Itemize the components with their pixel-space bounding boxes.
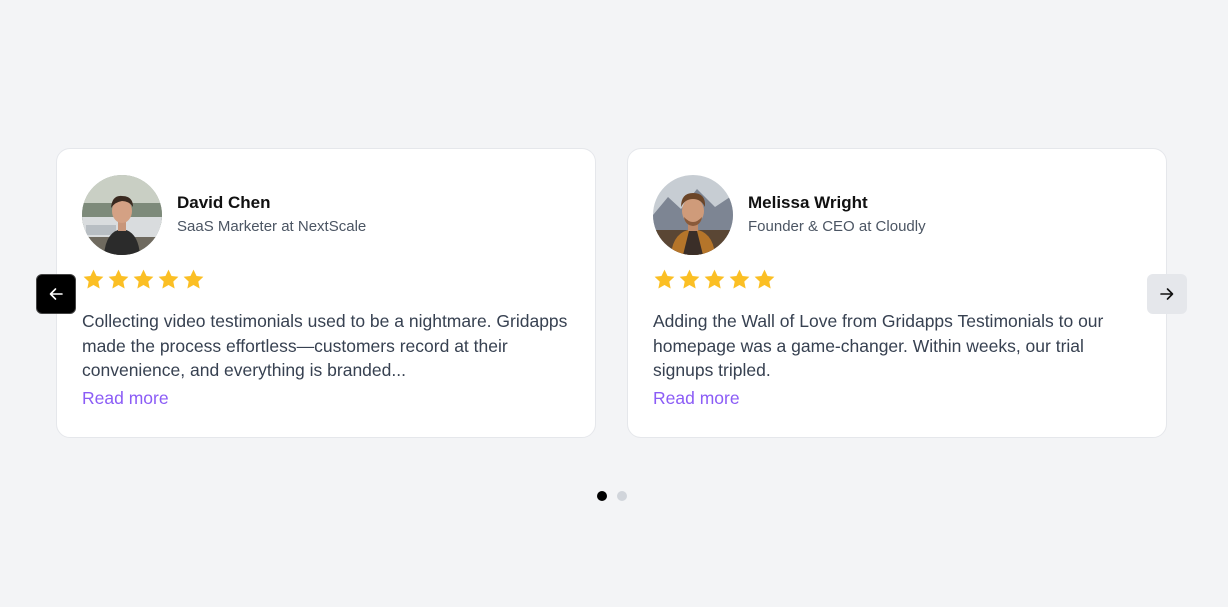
star-icon xyxy=(754,269,775,289)
star-icon xyxy=(133,269,154,289)
star-icon xyxy=(654,269,675,289)
star-icon xyxy=(679,269,700,289)
pagination-dot-1[interactable] xyxy=(597,491,607,501)
pagination-dot-2[interactable] xyxy=(617,491,627,501)
star-icon xyxy=(704,269,725,289)
reviewer-name: Melissa Wright xyxy=(748,193,868,212)
star-icon xyxy=(83,269,104,289)
star-icon xyxy=(183,269,204,289)
carousel-pagination xyxy=(597,491,627,501)
previous-button[interactable] xyxy=(36,274,76,314)
testimonial-card: David Chen SaaS Marketer at NextScale Co… xyxy=(56,148,596,438)
next-button[interactable] xyxy=(1147,274,1187,314)
reviewer-role: Founder & CEO at Cloudly xyxy=(748,218,926,235)
read-more-link[interactable]: Read more xyxy=(653,388,740,409)
star-rating xyxy=(81,267,206,292)
read-more-link[interactable]: Read more xyxy=(82,388,169,409)
avatar xyxy=(82,175,162,255)
star-icon xyxy=(158,269,179,289)
testimonial-text: Adding the Wall of Love from Gridapps Te… xyxy=(653,311,1104,380)
avatar xyxy=(653,175,733,255)
reviewer-name: David Chen xyxy=(177,193,271,212)
testimonial-card: Melissa Wright Founder & CEO at Cloudly … xyxy=(627,148,1167,438)
reviewer-role: SaaS Marketer at NextScale xyxy=(177,218,367,235)
star-icon xyxy=(729,269,750,289)
testimonial-text: Collecting video testimonials used to be… xyxy=(82,311,568,380)
arrow-right-icon xyxy=(1160,288,1174,300)
star-icon xyxy=(108,269,129,289)
star-rating xyxy=(652,267,777,292)
arrow-left-icon xyxy=(49,288,63,300)
